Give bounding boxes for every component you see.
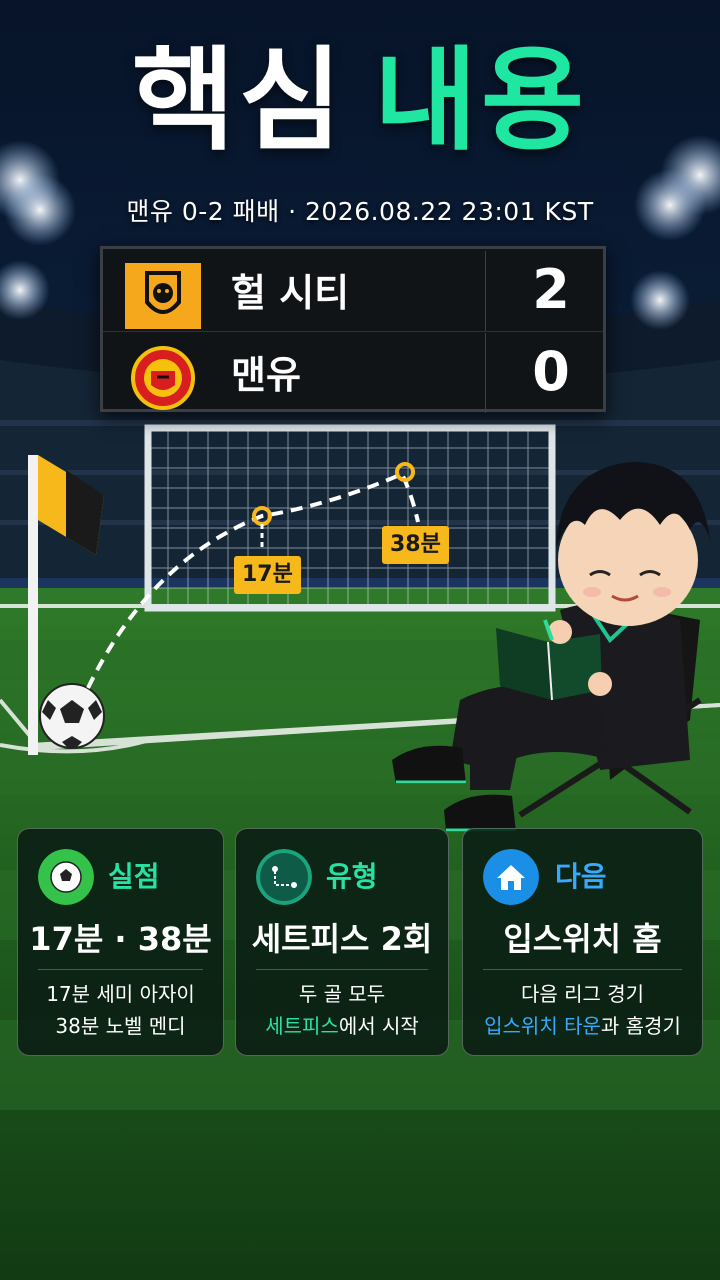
team-name: 맨유	[231, 353, 301, 397]
card-line: 두 골 모두	[298, 982, 386, 1006]
card-line: 입스위치 타운과 홈경기	[463, 1011, 702, 1041]
info-card-type: 유형 세트피스 2회 두 골 모두 세트피스에서 시작	[235, 828, 449, 1056]
card-line: 38분 노벨 멘디	[55, 1014, 186, 1038]
card-divider	[256, 969, 428, 970]
page-title: 핵심 내용	[0, 39, 720, 163]
hull-city-crest-icon	[125, 263, 201, 329]
card-line: 다음 리그 경기	[520, 982, 645, 1006]
card-headline: 17분 · 38분	[29, 920, 212, 958]
card-label: 실점	[108, 860, 160, 893]
card-headline: 세트피스 2회	[251, 920, 433, 958]
team-score: 2	[532, 258, 570, 321]
scoreboard-divider	[485, 333, 486, 413]
card-line: 17분 세미 아자이	[46, 982, 195, 1006]
team-name: 헐 시티	[231, 271, 350, 315]
scoreboard-row-away: 맨유 0	[103, 333, 603, 413]
card-divider	[38, 969, 203, 970]
title-green: 내용	[374, 36, 589, 166]
scoreboard-row-home: 헐 시티 2	[103, 251, 603, 332]
card-line: 세트피스에서 시작	[236, 1011, 448, 1041]
card-headline: 입스위치 홈	[503, 920, 662, 958]
set-piece-route-icon	[256, 849, 312, 905]
soccer-ball	[39, 683, 105, 749]
info-card-conceded: 실점 17분 · 38분 17분 세미 아자이 38분 노벨 멘디	[17, 828, 224, 1056]
home-icon	[483, 849, 539, 905]
goal-time-tag: 38분	[382, 526, 449, 564]
info-card-next: 다음 입스위치 홈 다음 리그 경기 입스위치 타운과 홈경기	[462, 828, 703, 1056]
card-label: 다음	[555, 860, 607, 893]
scoreboard-divider	[485, 251, 486, 331]
card-line-highlight: 입스위치 타운	[484, 1014, 601, 1038]
scoreboard: 헐 시티 2 맨유 0	[100, 246, 606, 413]
card-divider	[483, 969, 682, 970]
match-subtitle: 맨유 0-2 패배 · 2026.08.22 23:01 KST	[126, 197, 594, 226]
card-line-rest: 과 홈경기	[600, 1014, 681, 1038]
title-white: 핵심	[131, 36, 346, 166]
card-line-highlight: 세트피스	[265, 1014, 339, 1038]
manchester-united-crest-icon	[131, 346, 195, 410]
goal-time-tag: 17분	[234, 556, 301, 594]
card-line-rest: 에서 시작	[338, 1014, 419, 1038]
card-label: 유형	[326, 860, 378, 893]
soccer-ball-icon	[38, 849, 94, 905]
team-score: 0	[532, 340, 570, 403]
